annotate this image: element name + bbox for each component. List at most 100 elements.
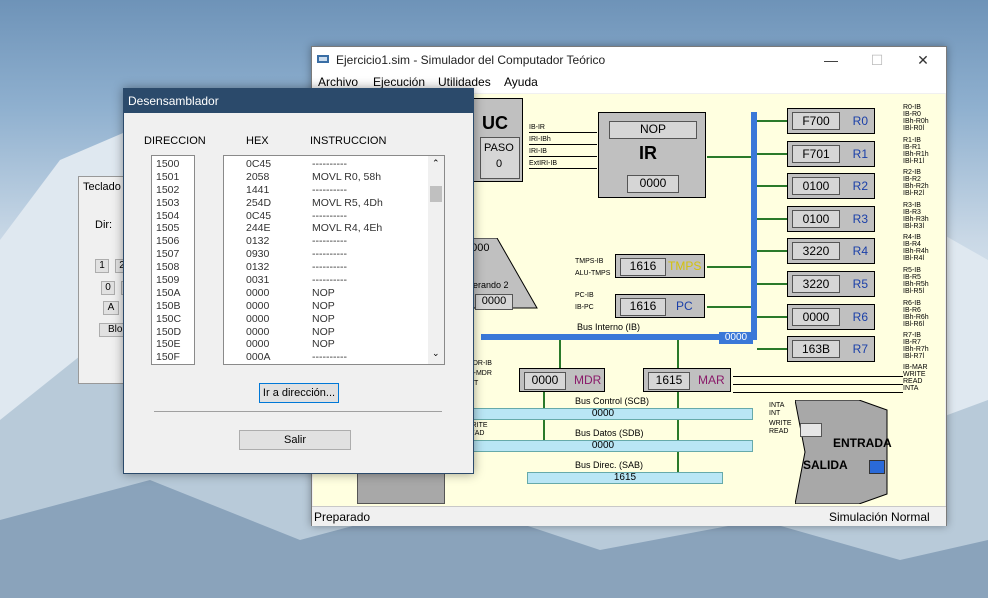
register-name: R7 [852, 342, 868, 357]
register-signal: R0-IB [903, 104, 921, 111]
direction-item[interactable]: 1505 [156, 222, 194, 235]
register-r3: 0100 R3 [787, 205, 875, 232]
direction-item[interactable]: 1507 [156, 248, 194, 261]
code-row[interactable]: 0132 ---------- [224, 235, 444, 248]
minimize-button[interactable]: — [808, 47, 854, 73]
register-signal: R1-IB [903, 136, 921, 144]
scroll-down-icon[interactable]: ⌄ [432, 348, 440, 359]
key-1[interactable]: 1 [95, 259, 109, 273]
code-row[interactable]: 0000 NOP [224, 338, 444, 351]
direction-item[interactable]: 1506 [156, 235, 194, 248]
code-list-scrollbar[interactable]: ⌃ ⌄ [428, 156, 444, 364]
key-0[interactable]: 0 [101, 281, 115, 295]
code-row[interactable]: 254D MOVL R5, 4Dh [224, 197, 444, 210]
menu-archivo[interactable]: Archivo [318, 75, 358, 89]
close-button[interactable]: ✕ [900, 47, 946, 73]
teclado-title: Teclado [83, 181, 121, 193]
register-value: 0100 [792, 209, 840, 228]
menu-ayuda[interactable]: Ayuda [504, 75, 538, 89]
code-row[interactable]: 0930 ---------- [224, 248, 444, 261]
pc-value: 1616 [620, 298, 666, 316]
pc-signal: IB-PC [575, 304, 594, 311]
goto-address-button[interactable]: Ir a dirección... [259, 383, 339, 403]
instruction-cell: ---------- [312, 261, 347, 274]
bus-interno-value: 0000 [719, 332, 753, 344]
code-row[interactable]: 0000 NOP [224, 313, 444, 326]
code-row[interactable]: 000A ---------- [224, 351, 444, 364]
direction-item[interactable]: 150B [156, 300, 194, 313]
alu-op2-value: 0000 [475, 294, 513, 310]
code-row[interactable]: 0000 NOP [224, 287, 444, 300]
disassembler-title: Desensamblador [128, 94, 219, 108]
bus-direc-label: Bus Direc. (SAB) [575, 460, 644, 470]
code-row[interactable]: 0C45 ---------- [224, 210, 444, 223]
register-signal: IBh-R3h [903, 215, 929, 223]
instruction-cell: ---------- [312, 274, 347, 287]
maximize-button[interactable]: ☐ [854, 47, 900, 73]
register-value: F701 [792, 144, 840, 163]
hex-cell: 0000 [246, 299, 270, 312]
disassembler-titlebar[interactable]: Desensamblador [124, 89, 473, 113]
menu-ejecucion[interactable]: Ejecución [373, 75, 425, 89]
hex-cell: 1441 [246, 183, 270, 196]
simulator-titlebar[interactable]: Ejercicio1.sim - Simulador del Computado… [312, 47, 946, 73]
tmps-signal: ALU-TMPS [575, 270, 611, 277]
direction-item[interactable]: 1508 [156, 261, 194, 274]
column-header-hex: HEX [246, 135, 269, 147]
register-r4: 3220 R4 [787, 238, 875, 265]
code-row[interactable]: 2058 MOVL R0, 58h [224, 171, 444, 184]
instruction-cell: ---------- [312, 248, 347, 261]
direction-item[interactable]: 150F [156, 351, 194, 364]
exit-button[interactable]: Salir [239, 430, 351, 450]
hex-cell: 0C45 [246, 158, 272, 170]
disassembler-dialog[interactable]: Desensamblador DIRECCION HEX INSTRUCCION… [123, 88, 474, 474]
code-row[interactable]: 0132 ---------- [224, 261, 444, 274]
scroll-up-icon[interactable]: ⌃ [432, 158, 440, 169]
code-row[interactable]: 0031 ---------- [224, 274, 444, 287]
code-row[interactable]: 244E MOVL R4, 4Eh [224, 222, 444, 235]
code-row[interactable]: 0C45 ---------- [224, 158, 444, 171]
code-row[interactable]: 1441 ---------- [224, 184, 444, 197]
code-row[interactable]: 0000 NOP [224, 300, 444, 313]
register-signal: IBh-R4h [903, 248, 929, 256]
register-signal: IBh-R1h [903, 150, 929, 158]
register-name: R0 [852, 114, 868, 128]
app-icon [317, 55, 329, 63]
uc-label: UC [482, 113, 508, 133]
register-signal: R5-IB [903, 267, 921, 274]
register-signal: R4-IB [903, 234, 921, 242]
key-a[interactable]: A [103, 301, 119, 315]
mdr-register: 0000 MDR [519, 368, 605, 392]
code-row[interactable]: 0000 NOP [224, 326, 444, 339]
scroll-thumb[interactable] [430, 186, 442, 202]
column-header-direccion: DIRECCION [144, 135, 206, 147]
direction-item[interactable]: 1509 [156, 274, 194, 287]
register-r7: 163B R7 [787, 336, 875, 363]
instruction-cell: ---------- [312, 235, 347, 248]
direction-item[interactable]: 1502 [156, 184, 194, 197]
direction-item[interactable]: 150A [156, 287, 194, 300]
hex-cell: 244E [246, 222, 271, 235]
direction-item[interactable]: 1504 [156, 210, 194, 223]
direction-item[interactable]: 1501 [156, 171, 194, 184]
register-signal: IBl-R7l [903, 353, 925, 361]
register-signal: IB-R3 [903, 208, 921, 216]
register-signal: IBh-R2h [903, 183, 929, 191]
register-signal: IBl-R3l [903, 222, 925, 230]
code-list[interactable]: 0C45 ---------- 2058 MOVL R0, 58h 1441 ---… [223, 155, 445, 365]
direction-item[interactable]: 150C [156, 313, 194, 326]
paso-panel: PASO 0 [480, 137, 520, 179]
register-value: 3220 [792, 242, 840, 261]
direction-item[interactable]: 1500 [156, 158, 194, 171]
direction-item[interactable]: 150D [156, 326, 194, 339]
direction-item[interactable]: 1503 [156, 197, 194, 210]
register-signal: R3-IB [903, 201, 921, 209]
register-signal: IBh-R5h [903, 281, 929, 288]
hex-cell: 0132 [246, 261, 270, 274]
register-name: R3 [852, 211, 868, 226]
menu-utilidades[interactable]: Utilidades [438, 75, 491, 89]
direction-list[interactable]: 1500 1501 1502 1503 1504 1505 1506 1507 1508 1509… [151, 155, 195, 365]
register-signal: IB-R6 [903, 306, 921, 314]
register-signal: IB-R7 [903, 339, 921, 347]
direction-item[interactable]: 150E [156, 338, 194, 351]
